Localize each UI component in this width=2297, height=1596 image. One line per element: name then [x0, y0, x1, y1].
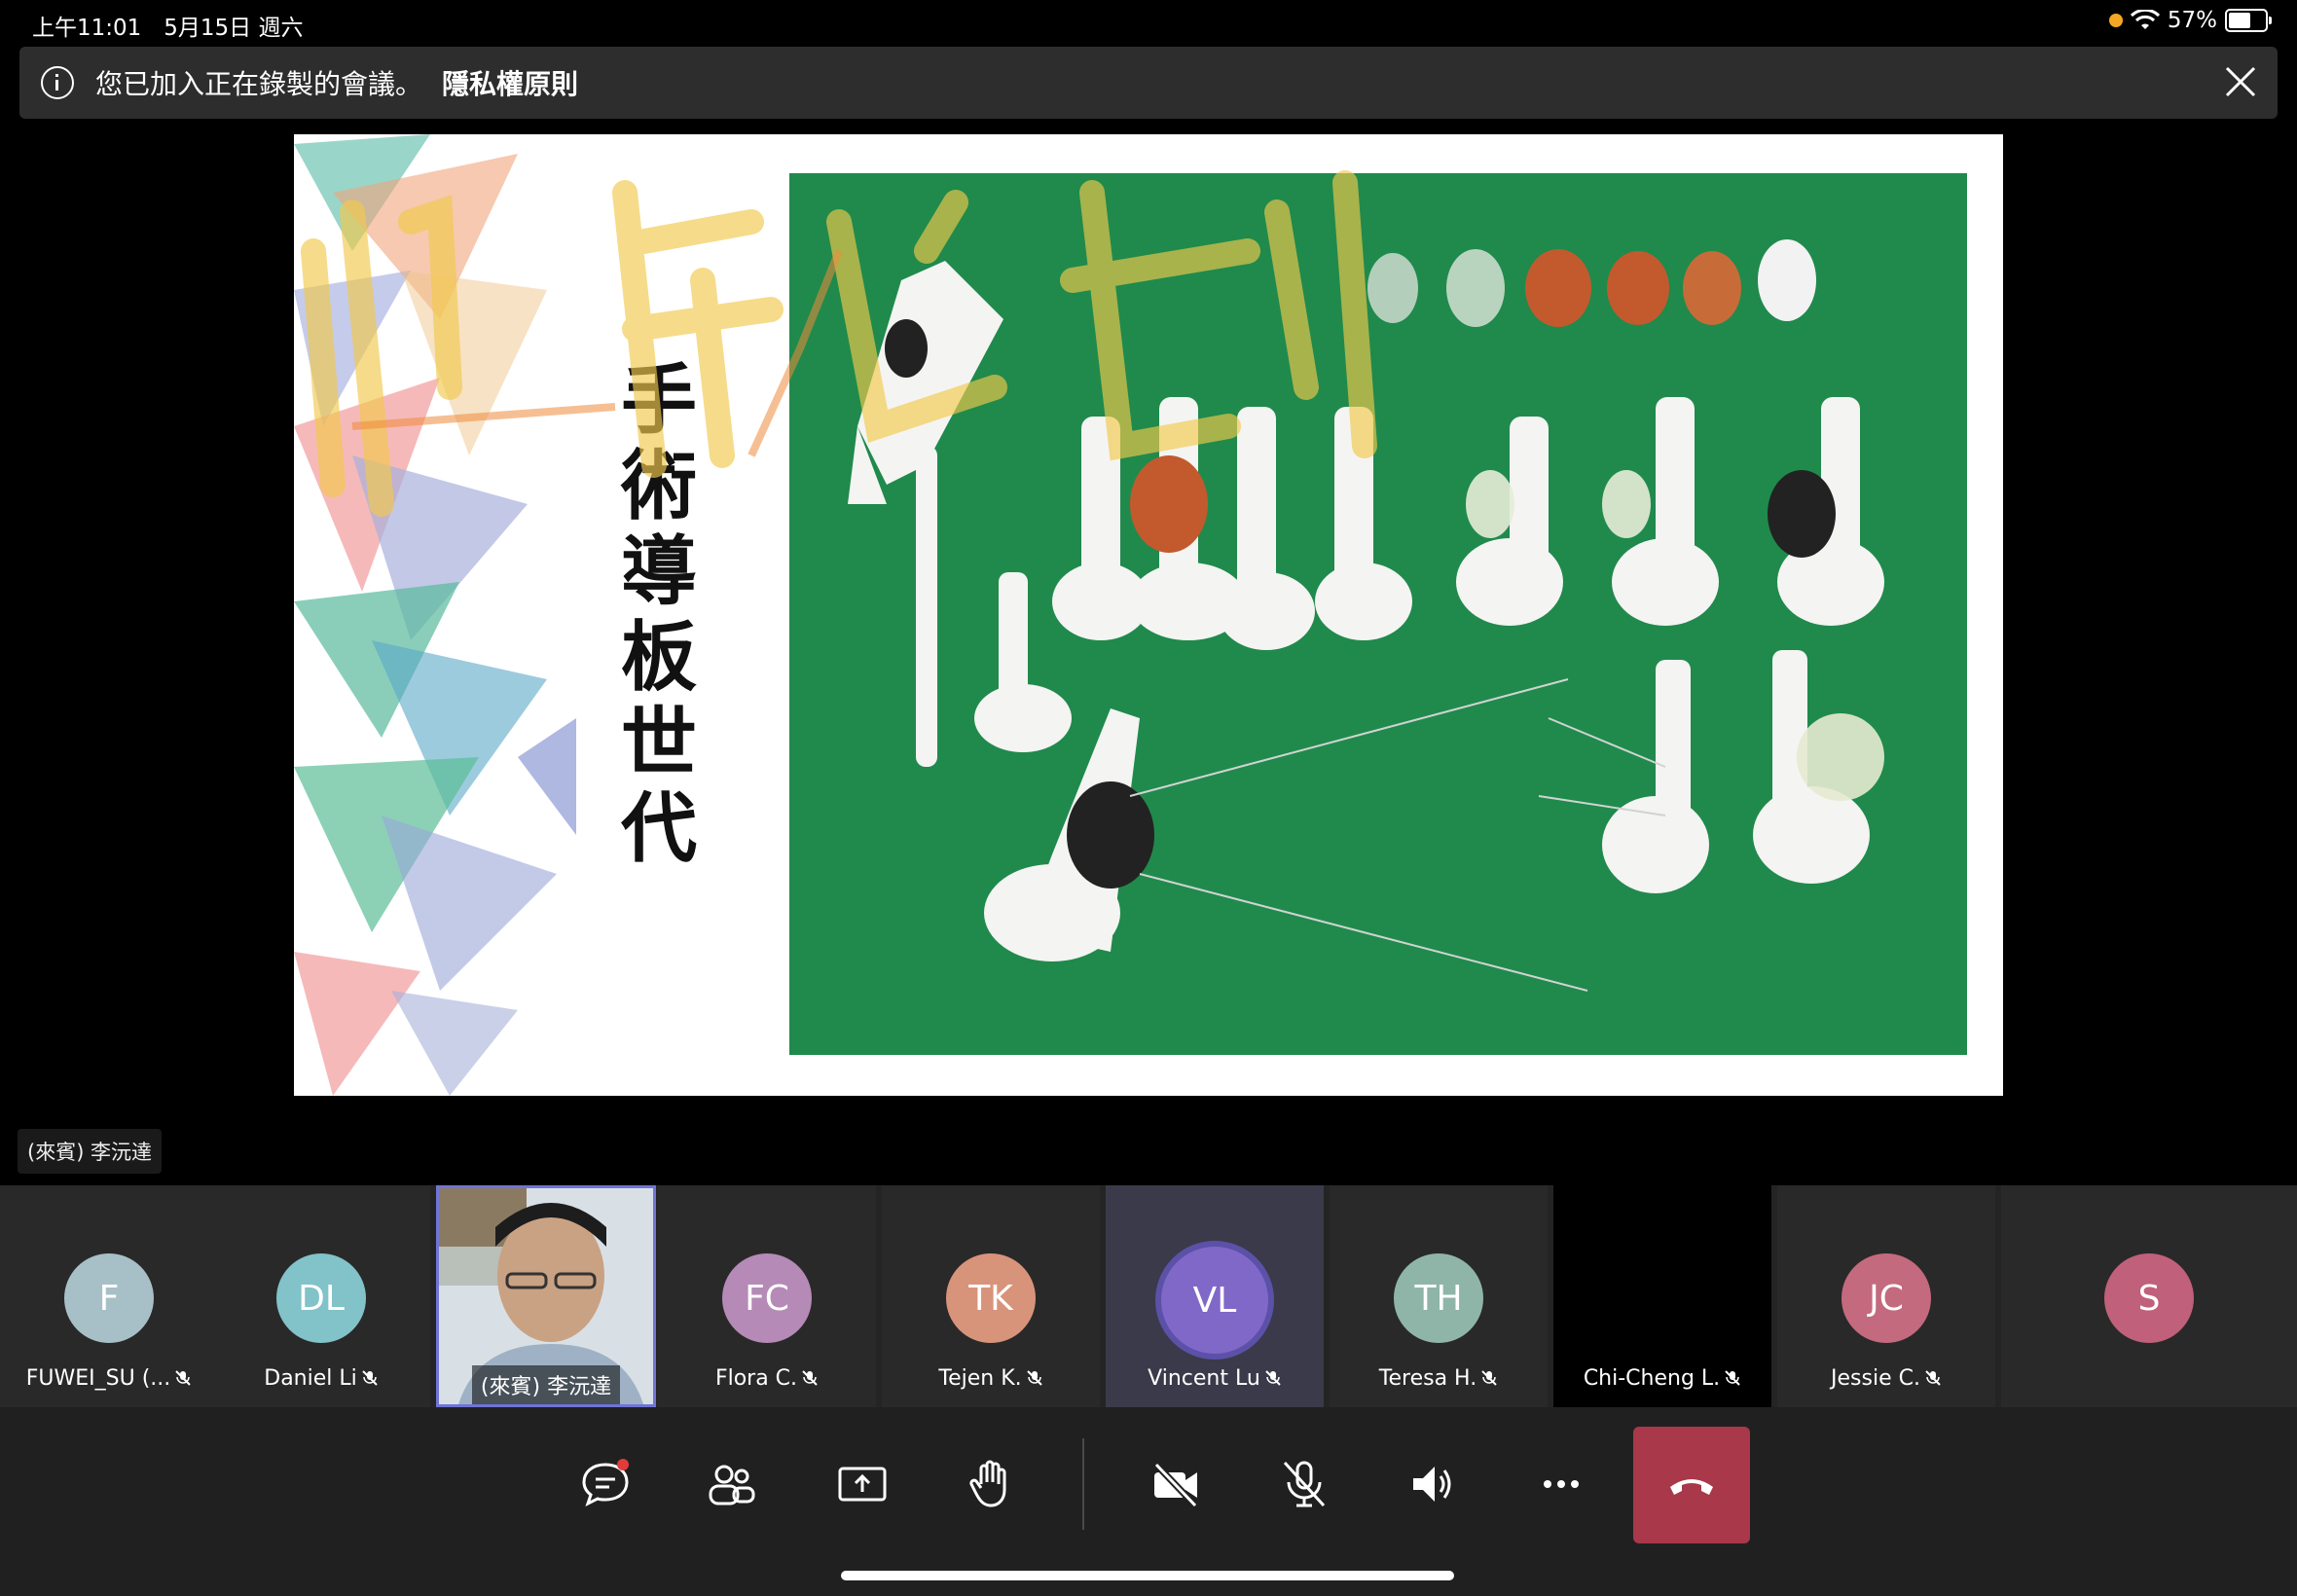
participant-strip[interactable]: F FUWEI_SU (... DL Daniel Li (來賓) 李沅達 FC… [0, 1185, 2297, 1407]
mic-toggle-button[interactable] [1256, 1427, 1353, 1542]
mic-indicator-icon [2108, 14, 2123, 27]
participant-name: (來賓) 李沅達 [472, 1365, 620, 1404]
more-icon [1544, 1480, 1579, 1488]
avatar: FC [722, 1253, 812, 1343]
participant-name: Daniel Li [212, 1366, 430, 1391]
mic-muted-icon [1725, 1370, 1740, 1386]
speaker-button[interactable] [1384, 1427, 1481, 1542]
recording-message: 您已加入正在錄製的會議。 [95, 68, 423, 100]
share-button[interactable] [814, 1427, 911, 1542]
participant-name: Flora C. [658, 1366, 876, 1391]
raise-hand-button[interactable] [942, 1427, 1039, 1542]
battery-icon [2225, 9, 2272, 32]
camera-toggle-button[interactable] [1127, 1427, 1224, 1542]
call-toolbar [0, 1407, 2297, 1596]
mic-muted-icon [1265, 1370, 1281, 1386]
avatar: DL [276, 1253, 366, 1343]
chat-button[interactable] [557, 1427, 654, 1542]
shared-slide: 手 術 導 板 世 代 [294, 134, 2003, 1096]
participant-tile[interactable]: JC Jessie C. [1777, 1185, 1995, 1407]
hang-up-button[interactable] [1633, 1427, 1750, 1543]
participant-tile[interactable]: DL Daniel Li [212, 1185, 430, 1407]
home-indicator[interactable] [841, 1571, 1454, 1580]
mic-muted-icon [1026, 1370, 1042, 1386]
participant-name: Vincent Lu [1106, 1366, 1324, 1391]
avatar: F [64, 1253, 154, 1343]
people-icon [709, 1465, 755, 1505]
participant-tile[interactable]: TH Teresa H. [1330, 1185, 1548, 1407]
mic-muted-icon [802, 1370, 818, 1386]
mic-off-icon [1283, 1461, 1326, 1507]
chat-icon [582, 1459, 629, 1506]
participant-tile[interactable]: F FUWEI_SU (... [0, 1185, 218, 1407]
participant-name: Teresa H. [1330, 1366, 1548, 1391]
hangup-icon [1670, 1479, 1713, 1495]
more-options-button[interactable] [1513, 1427, 1610, 1542]
mic-muted-icon [1481, 1370, 1497, 1386]
wifi-icon [2130, 10, 2160, 29]
participant-tile[interactable]: TK Tejen K. [882, 1185, 1100, 1407]
status-time: 上午11:01 5月15日 週六 [32, 16, 304, 41]
mic-muted-icon [1925, 1370, 1941, 1386]
mic-muted-icon [175, 1370, 191, 1386]
participant-name: FUWEI_SU (... [0, 1366, 218, 1391]
avatar: JC [1841, 1253, 1931, 1343]
mic-muted-icon [362, 1370, 378, 1386]
participant-tile[interactable]: S [2001, 1185, 2297, 1407]
share-icon [838, 1467, 887, 1502]
participant-name: Chi-Cheng L. [1553, 1366, 1771, 1391]
avatar: S [2104, 1253, 2194, 1343]
participant-tile-video[interactable]: Chi-Cheng L. [1553, 1185, 1771, 1407]
battery-percent: 57% [2167, 8, 2217, 33]
raise-hand-icon [969, 1460, 1006, 1507]
avatar: TK [946, 1253, 1036, 1343]
participant-tile[interactable]: FC Flora C. [658, 1185, 876, 1407]
speaker-icon [1413, 1467, 1451, 1502]
avatar: VL [1155, 1241, 1274, 1360]
toolbar-divider [1082, 1438, 1084, 1530]
close-icon[interactable] [2221, 62, 2260, 101]
speaker-name-label: (來賓) 李沅達 [18, 1129, 163, 1174]
participant-name: Jessie C. [1777, 1366, 1995, 1391]
avatar: TH [1394, 1253, 1483, 1343]
status-bar: 上午11:01 5月15日 週六 57% [0, 0, 2297, 45]
privacy-policy-link[interactable]: 隱私權原則 [442, 63, 578, 102]
info-icon [41, 66, 74, 99]
participant-tile-video[interactable]: (來賓) 李沅達 [436, 1185, 656, 1407]
participants-button[interactable] [683, 1427, 781, 1542]
camera-off-icon [1153, 1462, 1198, 1508]
participant-name: Tejen K. [882, 1366, 1100, 1391]
handwriting-annotation [301, 170, 1377, 517]
participant-tile-active[interactable]: VL Vincent Lu [1106, 1185, 1324, 1407]
recording-banner: 您已加入正在錄製的會議。 隱私權原則 [19, 47, 2278, 119]
